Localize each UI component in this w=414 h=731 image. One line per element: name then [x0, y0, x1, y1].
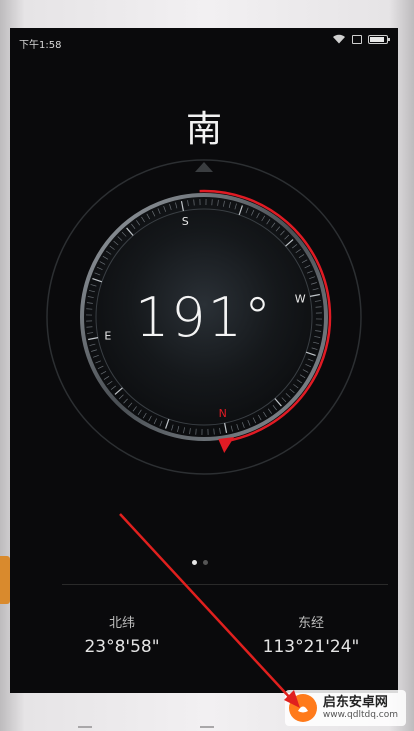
- longitude-value: 113°21'24": [262, 637, 360, 657]
- compass-screen: 下午1:58 南 S W E N 191° 北纬 23°8'58" 东经 113…: [10, 28, 398, 693]
- watermark-url: www.qdltdq.com: [322, 710, 398, 721]
- longitude-block: 东经 113°21'24": [236, 612, 386, 657]
- watermark-logo-icon: [288, 694, 317, 722]
- cardinal-s: S: [182, 215, 189, 228]
- battery-icon: [368, 34, 390, 44]
- status-time: 下午1:58: [19, 40, 62, 51]
- status-icons: [332, 34, 390, 44]
- divider: [62, 584, 388, 585]
- compass-dial[interactable]: S W E N: [43, 156, 365, 478]
- heading-marker-icon: [218, 437, 235, 454]
- longitude-label: 东经: [297, 616, 324, 631]
- pager-dot-2[interactable]: [203, 560, 208, 565]
- watermark-title: 启东安卓网: [322, 694, 388, 710]
- watermark-text: 启东安卓网 www.qdltdq.com: [323, 695, 398, 721]
- watermark-badge: 启东安卓网 www.qdltdq.com: [284, 690, 406, 726]
- latitude-value: 23°8'58": [84, 637, 160, 657]
- left-edge-tab: [0, 556, 10, 604]
- latitude-block: 北纬 23°8'58": [56, 612, 188, 657]
- nav-home-button[interactable]: [200, 726, 214, 728]
- cardinal-w: W: [295, 292, 306, 305]
- pager-dots[interactable]: [192, 560, 208, 565]
- direction-label: 南: [185, 109, 222, 150]
- cardinal-e: E: [104, 330, 111, 343]
- wifi-icon: [333, 34, 345, 44]
- sim-icon: [352, 34, 362, 44]
- cardinal-n: N: [219, 407, 227, 420]
- pager-dot-1[interactable]: [192, 560, 197, 565]
- top-pointer-icon: [195, 162, 213, 172]
- status-bar: 下午1:58: [10, 28, 398, 54]
- nav-back-button[interactable]: [78, 726, 92, 728]
- latitude-label: 北纬: [108, 616, 135, 631]
